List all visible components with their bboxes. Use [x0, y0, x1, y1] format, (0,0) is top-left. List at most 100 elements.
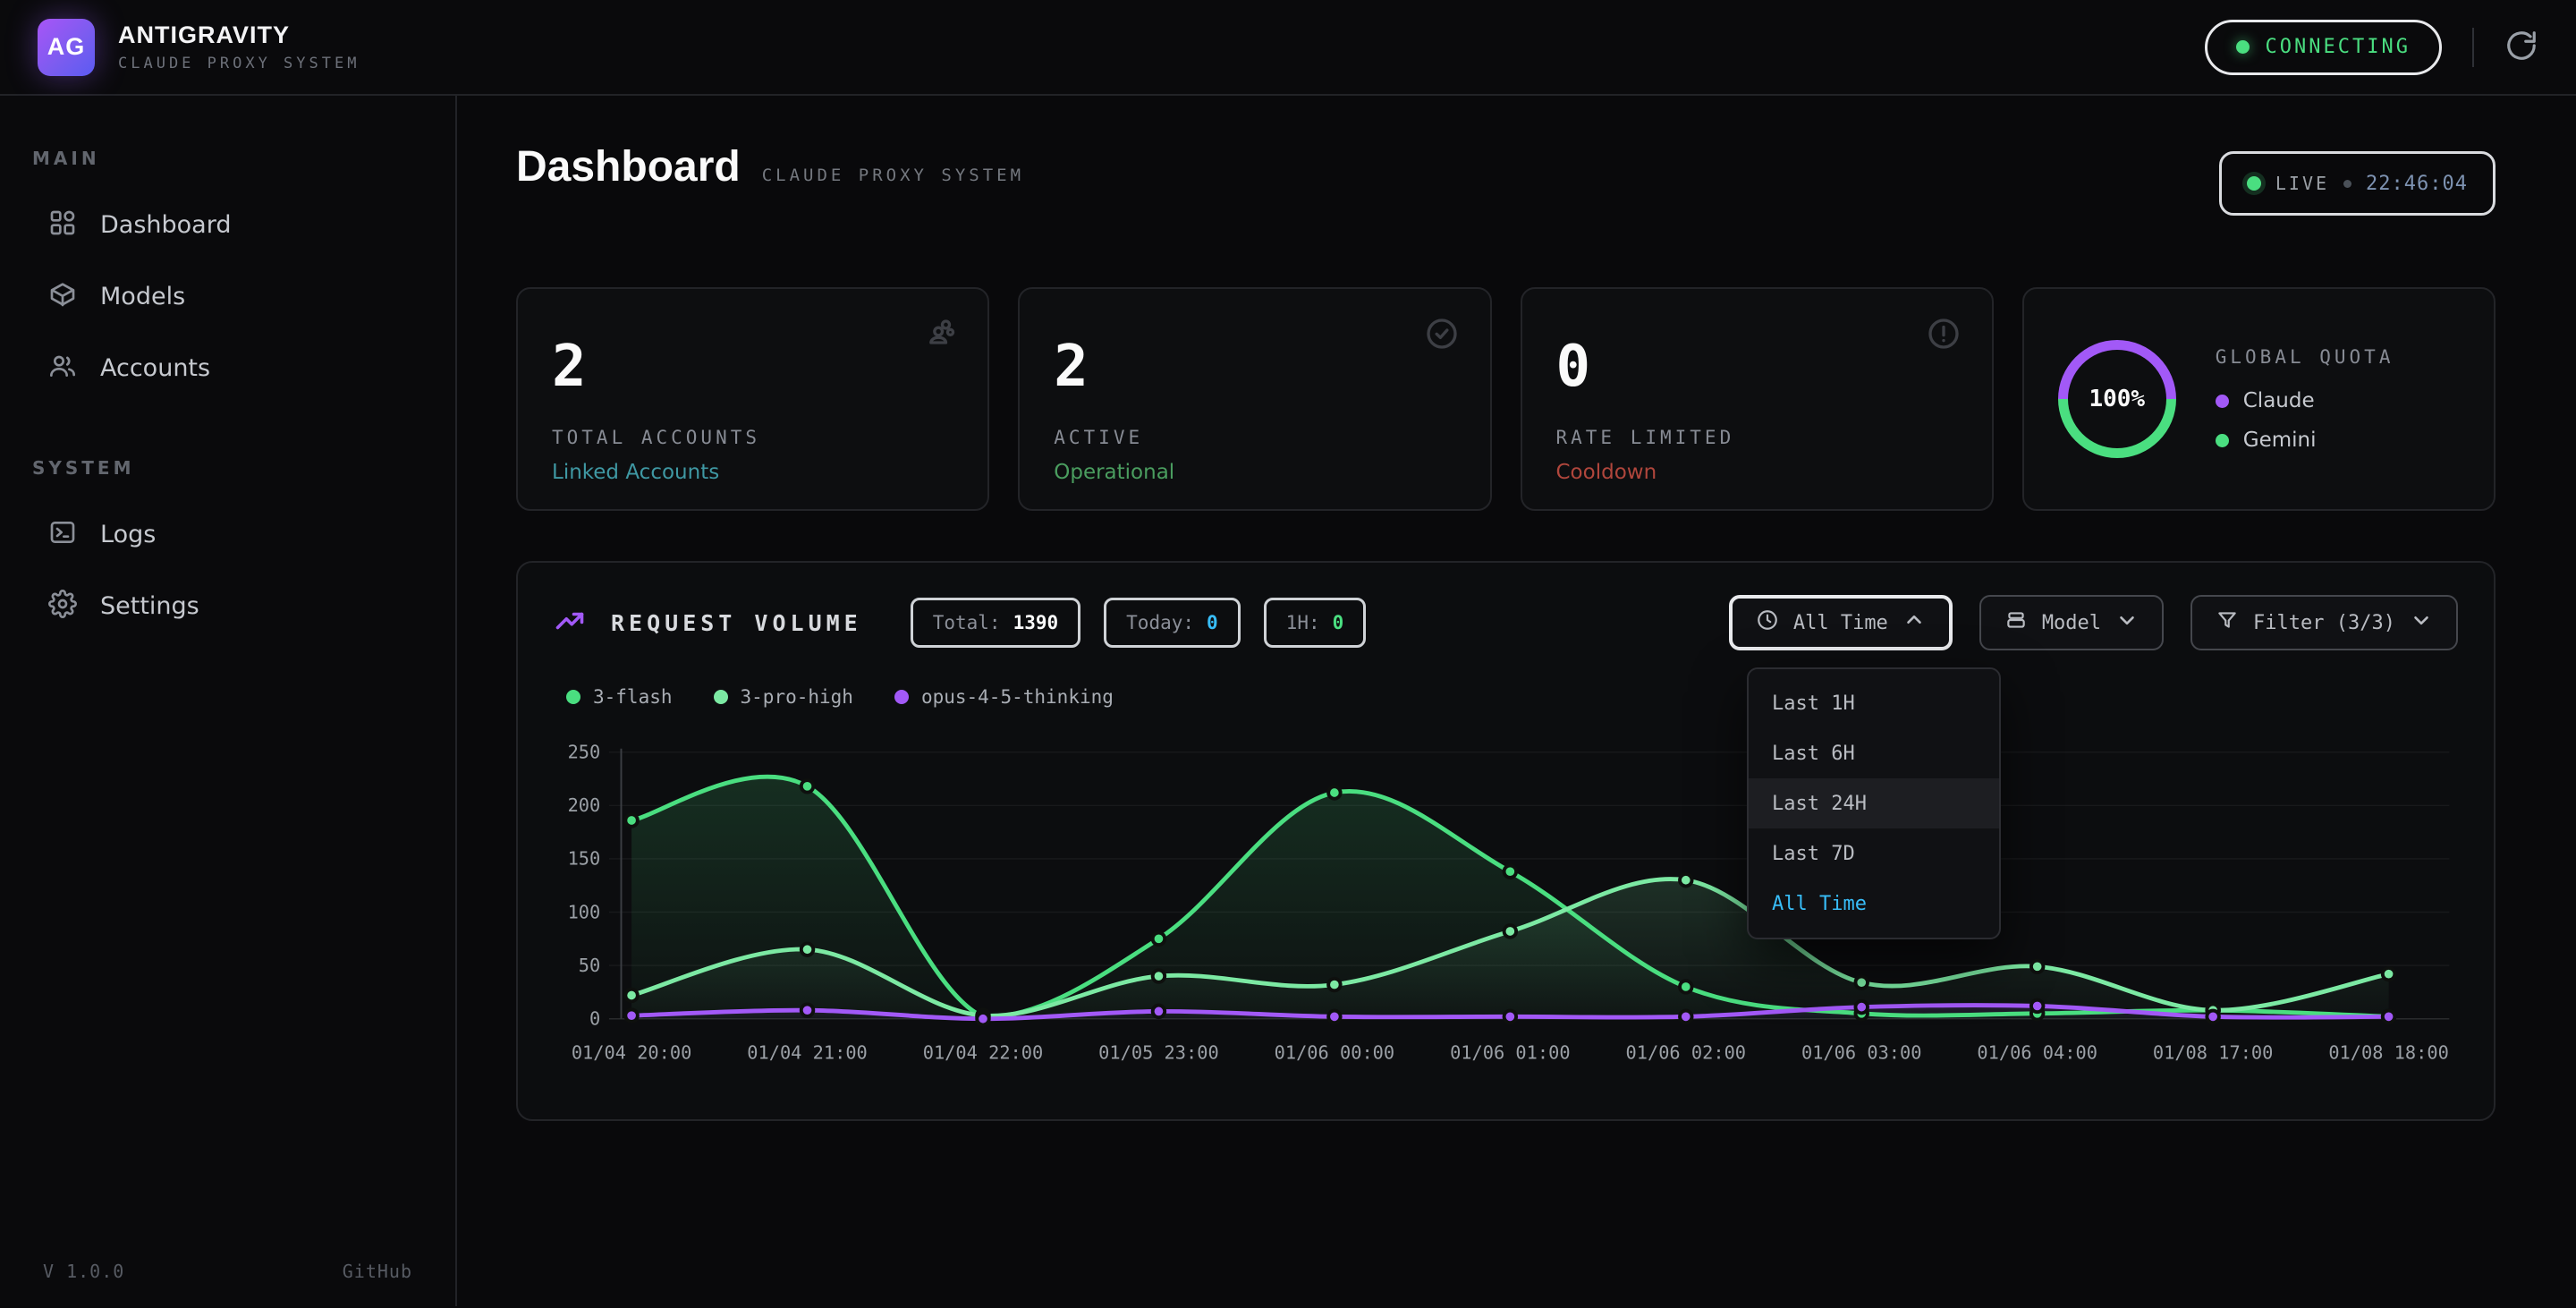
gear-icon: [48, 590, 77, 622]
model-dropdown[interactable]: Model: [1979, 595, 2164, 650]
stat-cards: 2 TOTAL ACCOUNTS Linked Accounts 2 ACTIV…: [516, 287, 2496, 511]
chart-legend: 3-flash 3-pro-high opus-4-5-thinking: [566, 686, 2458, 708]
users-icon: [48, 352, 77, 384]
sidebar-section-system: SYSTEM: [32, 457, 423, 479]
quota-legend-claude: Claude: [2216, 389, 2394, 412]
brand: AG ANTIGRAVITY CLAUDE PROXY SYSTEM: [38, 19, 360, 76]
dropdown-label: All Time: [1793, 612, 1888, 634]
sidebar-item-models[interactable]: Models: [32, 264, 423, 328]
check-circle-icon: [1424, 316, 1460, 355]
card-total-accounts: 2 TOTAL ACCOUNTS Linked Accounts: [516, 287, 989, 511]
menu-item-last-24h[interactable]: Last 24H: [1749, 778, 1999, 828]
series-dot-icon: [894, 690, 909, 704]
refresh-button[interactable]: [2504, 29, 2538, 65]
menu-item-last-7d[interactable]: Last 7D: [1749, 828, 1999, 879]
quota-legend-label: Claude: [2243, 389, 2315, 412]
sidebar-item-label: Logs: [100, 521, 156, 548]
users-icon: [921, 316, 957, 355]
dropdown-label: Model: [2042, 612, 2101, 634]
funnel-icon: [2216, 608, 2239, 637]
series-dot-icon: [714, 690, 728, 704]
grid-icon: [48, 208, 77, 241]
quota-label: GLOBAL QUOTA: [2216, 346, 2394, 368]
svg-text:01/04 20:00: 01/04 20:00: [572, 1041, 692, 1063]
live-badge: LIVE 22:46:04: [2219, 151, 2496, 216]
svg-text:150: 150: [568, 848, 601, 870]
total-chip: Total: 1390: [911, 598, 1080, 648]
svg-text:01/06 04:00: 01/06 04:00: [1977, 1041, 2097, 1063]
sidebar-item-dashboard[interactable]: Dashboard: [32, 192, 423, 257]
stat-label: ACTIVE: [1054, 427, 1455, 448]
chip-value: 1390: [1013, 612, 1059, 633]
stat-value: 2: [1054, 334, 1455, 400]
svg-text:0: 0: [589, 1008, 600, 1030]
sidebar-item-label: Settings: [100, 592, 199, 620]
svg-text:01/06 03:00: 01/06 03:00: [1801, 1041, 1922, 1063]
alert-circle-icon: [1926, 316, 1962, 355]
legend-label: 3-pro-high: [741, 686, 853, 708]
stat-value: 2: [552, 334, 953, 400]
svg-text:01/06 02:00: 01/06 02:00: [1626, 1041, 1747, 1063]
legend-label: 3-flash: [593, 686, 673, 708]
sidebar-item-logs[interactable]: Logs: [32, 502, 423, 566]
stat-label: RATE LIMITED: [1556, 427, 1958, 448]
request-volume-card: REQUEST VOLUME Total: 1390 Today: 0 1H:: [516, 561, 2496, 1121]
chevron-down-icon: [2115, 608, 2139, 637]
svg-text:01/05 23:00: 01/05 23:00: [1098, 1041, 1219, 1063]
archive-box-icon: [2004, 608, 2028, 637]
quota-ring: 100%: [2058, 340, 2176, 458]
menu-item-all-time[interactable]: All Time: [1749, 879, 1999, 929]
legend-item-3-flash: 3-flash: [566, 686, 673, 708]
stat-sublabel: Linked Accounts: [552, 461, 953, 484]
svg-text:200: 200: [568, 794, 601, 816]
sidebar-section-main: MAIN: [32, 148, 423, 169]
card-active: 2 ACTIVE Operational: [1018, 287, 1491, 511]
main-content: Dashboard CLAUDE PROXY SYSTEM LIVE 22:46…: [457, 96, 2576, 1306]
connection-status-badge: CONNECTING: [2205, 20, 2442, 75]
legend-item-opus: opus-4-5-thinking: [894, 686, 1114, 708]
topbar-divider: [2472, 28, 2474, 67]
menu-item-last-1h[interactable]: Last 1H: [1749, 678, 1999, 728]
quota-legend-label: Gemini: [2243, 429, 2317, 452]
sidebar-item-accounts[interactable]: Accounts: [32, 335, 423, 400]
svg-text:01/04 21:00: 01/04 21:00: [747, 1041, 868, 1063]
svg-text:250: 250: [568, 741, 601, 762]
legend-item-3-pro-high: 3-pro-high: [714, 686, 853, 708]
series-dot-icon: [566, 690, 580, 704]
quota-legend-gemini: Gemini: [2216, 429, 2394, 452]
trending-up-icon: [554, 605, 586, 641]
app-logo: AG: [38, 19, 95, 76]
dropdown-label: Filter (3/3): [2253, 612, 2395, 634]
sidebar-item-label: Models: [100, 283, 185, 310]
card-global-quota: 100% GLOBAL QUOTA Claude Gemini: [2022, 287, 2496, 511]
filter-dropdown[interactable]: Filter (3/3): [2190, 595, 2458, 650]
sidebar-item-settings[interactable]: Settings: [32, 573, 423, 638]
github-link[interactable]: GitHub: [343, 1261, 412, 1282]
svg-text:50: 50: [579, 955, 600, 976]
claude-dot-icon: [2216, 395, 2229, 408]
page-subtitle: CLAUDE PROXY SYSTEM: [762, 166, 1024, 185]
stat-value: 0: [1556, 334, 1958, 400]
svg-text:01/06 00:00: 01/06 00:00: [1275, 1041, 1395, 1063]
sidebar-item-label: Dashboard: [100, 211, 231, 239]
svg-text:100: 100: [568, 901, 601, 922]
svg-text:01/04 22:00: 01/04 22:00: [923, 1041, 1044, 1063]
status-dot-icon: [2236, 40, 2250, 54]
chevron-up-icon: [1902, 608, 1926, 637]
card-rate-limited: 0 RATE LIMITED Cooldown: [1521, 287, 1994, 511]
stat-label: TOTAL ACCOUNTS: [552, 427, 953, 448]
chip-value: 0: [1333, 612, 1344, 633]
gemini-dot-icon: [2216, 434, 2229, 447]
clock-icon: [1756, 608, 1779, 637]
terminal-icon: [48, 518, 77, 550]
time-range-dropdown[interactable]: All Time: [1729, 595, 1953, 650]
live-dot-icon: [2247, 176, 2261, 191]
chip-label: Today:: [1126, 612, 1194, 633]
quota-percent: 100%: [2058, 340, 2176, 458]
chip-value: 0: [1207, 612, 1218, 633]
brand-subtitle: CLAUDE PROXY SYSTEM: [118, 55, 360, 72]
stat-sublabel: Cooldown: [1556, 461, 1958, 484]
cube-icon: [48, 280, 77, 312]
line-chart: 0 50 100 150 200 250 01/04 20:00 01/04 21:00 01/…: [554, 717, 2458, 1092]
menu-item-last-6h[interactable]: Last 6H: [1749, 728, 1999, 778]
